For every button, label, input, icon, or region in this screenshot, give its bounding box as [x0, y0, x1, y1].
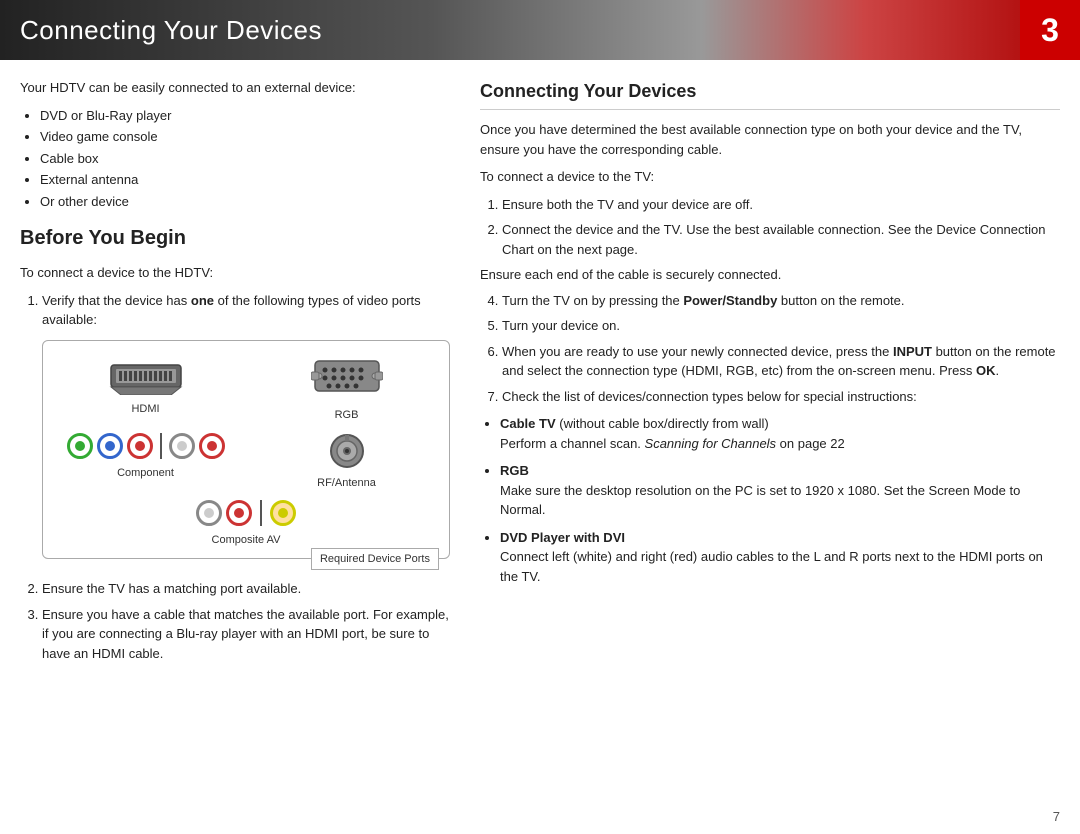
right-intro: Once you have determined the best availa… — [480, 120, 1060, 159]
hdmi-label: HDMI — [131, 401, 159, 418]
step-1: Verify that the device has one of the fo… — [42, 291, 450, 560]
divider — [160, 433, 162, 459]
rgb-port: RGB — [256, 357, 437, 424]
rf-label: RF/Antenna — [317, 475, 376, 492]
connector-red2 — [199, 433, 225, 459]
cable-tv-detail: Perform a channel scan. — [500, 436, 645, 451]
rgb-label-right: RGB — [500, 463, 529, 478]
cable-tv-italic: Scanning for Channels — [645, 436, 777, 451]
ports-diagram: HDMI — [42, 340, 450, 560]
connector-red — [127, 433, 153, 459]
right-column: Connecting Your Devices Once you have de… — [480, 78, 1060, 794]
list-item: Cable box — [40, 149, 450, 169]
connector-red3 — [226, 500, 252, 526]
main-content: Your HDTV can be easily connected to an … — [0, 60, 1080, 804]
ports-grid: HDMI — [55, 357, 437, 492]
composite-section: Composite AV — [55, 500, 437, 549]
component-label: Component — [117, 465, 174, 482]
caption-label: Required Device Ports — [311, 548, 439, 571]
component-connectors — [67, 433, 225, 459]
composite-label: Composite AV — [212, 532, 281, 549]
hdmi-port: HDMI — [55, 357, 236, 424]
connector-white — [169, 433, 195, 459]
right-step-3: Ensure each end of the cable is securely… — [480, 265, 1060, 285]
list-item: Video game console — [40, 127, 450, 147]
right-step-2: Connect the device and the TV. Use the b… — [502, 220, 1060, 259]
chapter-number: 3 — [1020, 0, 1080, 60]
step3-text: Ensure you have a cable that matches the… — [42, 607, 449, 661]
rgb-detail: Make sure the desktop resolution on the … — [500, 483, 1020, 518]
right-step-7: Check the list of devices/connection typ… — [502, 387, 1060, 407]
before-you-begin-heading: Before You Begin — [20, 223, 450, 253]
footer-page-number: 7 — [1053, 809, 1060, 824]
page-header: Connecting Your Devices 3 — [0, 0, 1080, 60]
step1-bold: one — [191, 293, 214, 308]
step-3: Ensure you have a cable that matches the… — [42, 605, 450, 664]
intro-text: Your HDTV can be easily connected to an … — [20, 78, 450, 98]
rgb-icon — [311, 357, 383, 401]
connector-white2 — [196, 500, 222, 526]
composite-port: Composite AV — [196, 500, 296, 549]
dvd-item: DVD Player with DVI Connect left (white)… — [500, 528, 1060, 587]
steps-list: Verify that the device has one of the fo… — [42, 291, 450, 664]
dvd-label: DVD Player with DVI — [500, 530, 625, 545]
right-steps: Ensure both the TV and your device are o… — [502, 195, 1060, 407]
dvd-detail: Connect left (white) and right (red) aud… — [500, 549, 1043, 584]
right-step-4: Turn the TV on by pressing the Power/Sta… — [502, 291, 1060, 311]
divider2 — [260, 500, 262, 526]
list-item: External antenna — [40, 170, 450, 190]
input-label: INPUT — [893, 344, 932, 359]
page-title: Connecting Your Devices — [20, 15, 322, 46]
rf-antenna-icon — [329, 433, 365, 469]
ok-label: OK — [976, 363, 996, 378]
device-list: DVD or Blu-Ray player Video game console… — [40, 106, 450, 212]
cable-tv-label: Cable TV — [500, 416, 556, 431]
device-type-list: Cable TV (without cable box/directly fro… — [500, 414, 1060, 586]
power-standby-label: Power/Standby — [683, 293, 777, 308]
right-step-1: Ensure both the TV and your device are o… — [502, 195, 1060, 215]
list-item: DVD or Blu-Ray player — [40, 106, 450, 126]
cable-tv-page: on page 22 — [776, 436, 845, 451]
rgb-item: RGB Make sure the desktop resolution on … — [500, 461, 1060, 520]
step2-text: Ensure the TV has a matching port availa… — [42, 581, 301, 596]
connect-to-hdtv-text: To connect a device to the HDTV: — [20, 263, 450, 283]
hdmi-icon — [106, 357, 186, 395]
connector-blue — [97, 433, 123, 459]
step-2: Ensure the TV has a matching port availa… — [42, 579, 450, 599]
rf-port: RF/Antenna — [256, 433, 437, 492]
connector-green — [67, 433, 93, 459]
step1-prefix: Verify that the device has — [42, 293, 191, 308]
right-heading: Connecting Your Devices — [480, 78, 1060, 110]
list-item: Or other device — [40, 192, 450, 212]
cable-tv-item: Cable TV (without cable box/directly fro… — [500, 414, 1060, 453]
right-step-5: Turn your device on. — [502, 316, 1060, 336]
page-footer: 7 — [1053, 809, 1060, 824]
rgb-label: RGB — [335, 407, 359, 424]
connector-yellow — [270, 500, 296, 526]
right-step-6: When you are ready to use your newly con… — [502, 342, 1060, 381]
component-port: Component — [55, 433, 236, 492]
right-connect-text: To connect a device to the TV: — [480, 167, 1060, 187]
cable-tv-suffix: (without cable box/directly from wall) — [556, 416, 769, 431]
right-step-3-text: Ensure each end of the cable is securely… — [480, 267, 781, 282]
left-column: Your HDTV can be easily connected to an … — [20, 78, 450, 794]
composite-connectors — [196, 500, 296, 526]
